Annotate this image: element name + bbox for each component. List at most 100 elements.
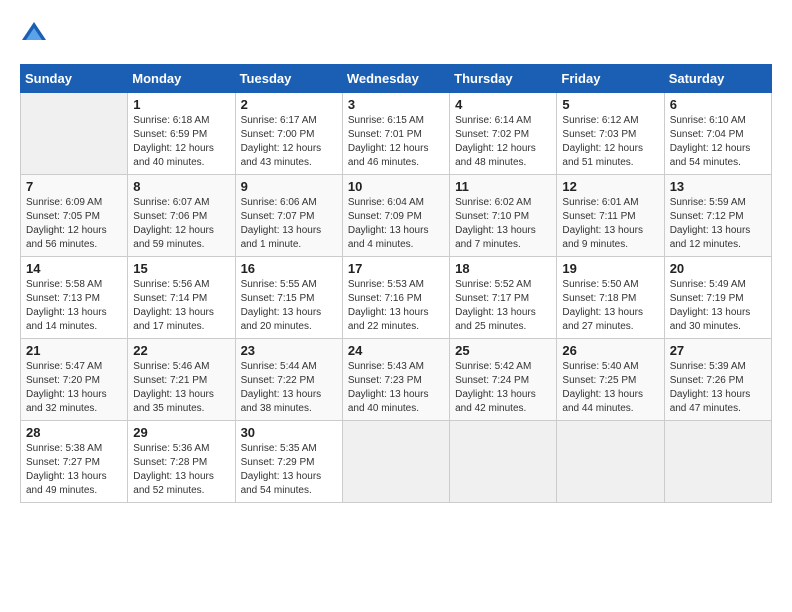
day-number: 10 bbox=[348, 179, 444, 194]
day-info: Sunrise: 5:56 AMSunset: 7:14 PMDaylight:… bbox=[133, 278, 229, 334]
calendar-cell: 24Sunrise: 5:43 AMSunset: 7:23 PMDayligh… bbox=[342, 339, 449, 421]
day-info: Sunrise: 6:01 AMSunset: 7:11 PMDaylight:… bbox=[562, 196, 658, 252]
day-info: Sunrise: 5:47 AMSunset: 7:20 PMDaylight:… bbox=[26, 360, 122, 416]
calendar-header-row: SundayMondayTuesdayWednesdayThursdayFrid… bbox=[21, 65, 772, 93]
logo-icon bbox=[20, 20, 48, 48]
day-info: Sunrise: 5:36 AMSunset: 7:28 PMDaylight:… bbox=[133, 442, 229, 498]
page-header bbox=[20, 20, 772, 48]
day-info: Sunrise: 5:42 AMSunset: 7:24 PMDaylight:… bbox=[455, 360, 551, 416]
day-info: Sunrise: 5:53 AMSunset: 7:16 PMDaylight:… bbox=[348, 278, 444, 334]
calendar-cell: 20 Sunrise: 5:49 AMSunset: 7:19 PMDayligh… bbox=[664, 257, 771, 339]
calendar-cell: 10Sunrise: 6:04 AMSunset: 7:09 PMDayligh… bbox=[342, 175, 449, 257]
calendar-cell bbox=[450, 421, 557, 503]
calendar-cell bbox=[664, 421, 771, 503]
day-info: Sunrise: 6:07 AMSunset: 7:06 PMDaylight:… bbox=[133, 196, 229, 252]
day-number: 26 bbox=[562, 343, 658, 358]
day-info: Sunrise: 5:50 AMSunset: 7:18 PMDaylight:… bbox=[562, 278, 658, 334]
day-info: Sunrise: 6:06 AMSunset: 7:07 PMDaylight:… bbox=[241, 196, 337, 252]
day-number: 3 bbox=[348, 97, 444, 112]
calendar-cell: 3Sunrise: 6:15 AMSunset: 7:01 PMDaylight… bbox=[342, 93, 449, 175]
calendar-week-row: 21 Sunrise: 5:47 AMSunset: 7:20 PMDayligh… bbox=[21, 339, 772, 421]
day-info: Sunrise: 6:12 AMSunset: 7:03 PMDaylight:… bbox=[562, 114, 658, 170]
day-number: 21 bbox=[26, 343, 122, 358]
day-info: Sunrise: 5:44 AMSunset: 7:22 PMDaylight:… bbox=[241, 360, 337, 416]
column-header-saturday: Saturday bbox=[664, 65, 771, 93]
day-number: 18 bbox=[455, 261, 551, 276]
calendar-cell: 12 Sunrise: 6:01 AMSunset: 7:11 PMDayligh… bbox=[557, 175, 664, 257]
day-number: 2 bbox=[241, 97, 337, 112]
day-info: Sunrise: 5:35 AMSunset: 7:29 PMDaylight:… bbox=[241, 442, 337, 498]
day-number: 27 bbox=[670, 343, 766, 358]
calendar-cell: 13 Sunrise: 5:59 AMSunset: 7:12 PMDayligh… bbox=[664, 175, 771, 257]
day-number: 5 bbox=[562, 97, 658, 112]
day-number: 25 bbox=[455, 343, 551, 358]
calendar-cell: 8 Sunrise: 6:07 AMSunset: 7:06 PMDaylight… bbox=[128, 175, 235, 257]
day-info: Sunrise: 6:14 AMSunset: 7:02 PMDaylight:… bbox=[455, 114, 551, 170]
day-info: Sunrise: 5:39 AMSunset: 7:26 PMDaylight:… bbox=[670, 360, 766, 416]
day-info: Sunrise: 5:46 AMSunset: 7:21 PMDaylight:… bbox=[133, 360, 229, 416]
calendar-cell: 19 Sunrise: 5:50 AMSunset: 7:18 PMDayligh… bbox=[557, 257, 664, 339]
day-number: 20 bbox=[670, 261, 766, 276]
calendar-week-row: 7Sunrise: 6:09 AMSunset: 7:05 PMDaylight… bbox=[21, 175, 772, 257]
calendar-cell: 25 Sunrise: 5:42 AMSunset: 7:24 PMDayligh… bbox=[450, 339, 557, 421]
calendar-cell: 18 Sunrise: 5:52 AMSunset: 7:17 PMDayligh… bbox=[450, 257, 557, 339]
day-info: Sunrise: 6:18 AMSunset: 6:59 PMDaylight:… bbox=[133, 114, 229, 170]
calendar-cell: 5 Sunrise: 6:12 AMSunset: 7:03 PMDaylight… bbox=[557, 93, 664, 175]
calendar-cell: 4 Sunrise: 6:14 AMSunset: 7:02 PMDaylight… bbox=[450, 93, 557, 175]
day-number: 6 bbox=[670, 97, 766, 112]
day-number: 22 bbox=[133, 343, 229, 358]
day-number: 8 bbox=[133, 179, 229, 194]
day-number: 15 bbox=[133, 261, 229, 276]
column-header-friday: Friday bbox=[557, 65, 664, 93]
day-number: 19 bbox=[562, 261, 658, 276]
calendar-cell bbox=[557, 421, 664, 503]
column-header-monday: Monday bbox=[128, 65, 235, 93]
day-info: Sunrise: 6:09 AMSunset: 7:05 PMDaylight:… bbox=[26, 196, 122, 252]
calendar-week-row: 1 Sunrise: 6:18 AMSunset: 6:59 PMDaylight… bbox=[21, 93, 772, 175]
day-info: Sunrise: 5:40 AMSunset: 7:25 PMDaylight:… bbox=[562, 360, 658, 416]
calendar-week-row: 14 Sunrise: 5:58 AMSunset: 7:13 PMDayligh… bbox=[21, 257, 772, 339]
day-number: 23 bbox=[241, 343, 337, 358]
calendar-cell: 16Sunrise: 5:55 AMSunset: 7:15 PMDayligh… bbox=[235, 257, 342, 339]
calendar-cell bbox=[21, 93, 128, 175]
day-number: 28 bbox=[26, 425, 122, 440]
calendar-cell: 7Sunrise: 6:09 AMSunset: 7:05 PMDaylight… bbox=[21, 175, 128, 257]
calendar-cell: 1 Sunrise: 6:18 AMSunset: 6:59 PMDaylight… bbox=[128, 93, 235, 175]
day-info: Sunrise: 5:58 AMSunset: 7:13 PMDaylight:… bbox=[26, 278, 122, 334]
calendar-cell: 17 Sunrise: 5:53 AMSunset: 7:16 PMDayligh… bbox=[342, 257, 449, 339]
day-number: 14 bbox=[26, 261, 122, 276]
day-number: 11 bbox=[455, 179, 551, 194]
day-number: 30 bbox=[241, 425, 337, 440]
column-header-tuesday: Tuesday bbox=[235, 65, 342, 93]
day-number: 4 bbox=[455, 97, 551, 112]
day-info: Sunrise: 5:43 AMSunset: 7:23 PMDaylight:… bbox=[348, 360, 444, 416]
calendar-cell: 11 Sunrise: 6:02 AMSunset: 7:10 PMDayligh… bbox=[450, 175, 557, 257]
calendar-table: SundayMondayTuesdayWednesdayThursdayFrid… bbox=[20, 64, 772, 503]
calendar-cell: 2 Sunrise: 6:17 AMSunset: 7:00 PMDaylight… bbox=[235, 93, 342, 175]
calendar-cell: 21 Sunrise: 5:47 AMSunset: 7:20 PMDayligh… bbox=[21, 339, 128, 421]
day-number: 9 bbox=[241, 179, 337, 194]
day-info: Sunrise: 5:59 AMSunset: 7:12 PMDaylight:… bbox=[670, 196, 766, 252]
day-info: Sunrise: 6:02 AMSunset: 7:10 PMDaylight:… bbox=[455, 196, 551, 252]
column-header-sunday: Sunday bbox=[21, 65, 128, 93]
day-info: Sunrise: 6:10 AMSunset: 7:04 PMDaylight:… bbox=[670, 114, 766, 170]
day-info: Sunrise: 5:52 AMSunset: 7:17 PMDaylight:… bbox=[455, 278, 551, 334]
calendar-cell: 15 Sunrise: 5:56 AMSunset: 7:14 PMDayligh… bbox=[128, 257, 235, 339]
column-header-thursday: Thursday bbox=[450, 65, 557, 93]
day-number: 13 bbox=[670, 179, 766, 194]
day-number: 1 bbox=[133, 97, 229, 112]
day-number: 12 bbox=[562, 179, 658, 194]
calendar-cell: 6 Sunrise: 6:10 AMSunset: 7:04 PMDaylight… bbox=[664, 93, 771, 175]
day-number: 17 bbox=[348, 261, 444, 276]
calendar-week-row: 28Sunrise: 5:38 AMSunset: 7:27 PMDayligh… bbox=[21, 421, 772, 503]
calendar-cell: 28Sunrise: 5:38 AMSunset: 7:27 PMDayligh… bbox=[21, 421, 128, 503]
day-info: Sunrise: 5:49 AMSunset: 7:19 PMDaylight:… bbox=[670, 278, 766, 334]
column-header-wednesday: Wednesday bbox=[342, 65, 449, 93]
day-number: 29 bbox=[133, 425, 229, 440]
calendar-cell: 22 Sunrise: 5:46 AMSunset: 7:21 PMDayligh… bbox=[128, 339, 235, 421]
calendar-cell: 14 Sunrise: 5:58 AMSunset: 7:13 PMDayligh… bbox=[21, 257, 128, 339]
calendar-cell: 30 Sunrise: 5:35 AMSunset: 7:29 PMDayligh… bbox=[235, 421, 342, 503]
day-info: Sunrise: 6:17 AMSunset: 7:00 PMDaylight:… bbox=[241, 114, 337, 170]
calendar-cell: 29 Sunrise: 5:36 AMSunset: 7:28 PMDayligh… bbox=[128, 421, 235, 503]
calendar-cell: 9 Sunrise: 6:06 AMSunset: 7:07 PMDaylight… bbox=[235, 175, 342, 257]
